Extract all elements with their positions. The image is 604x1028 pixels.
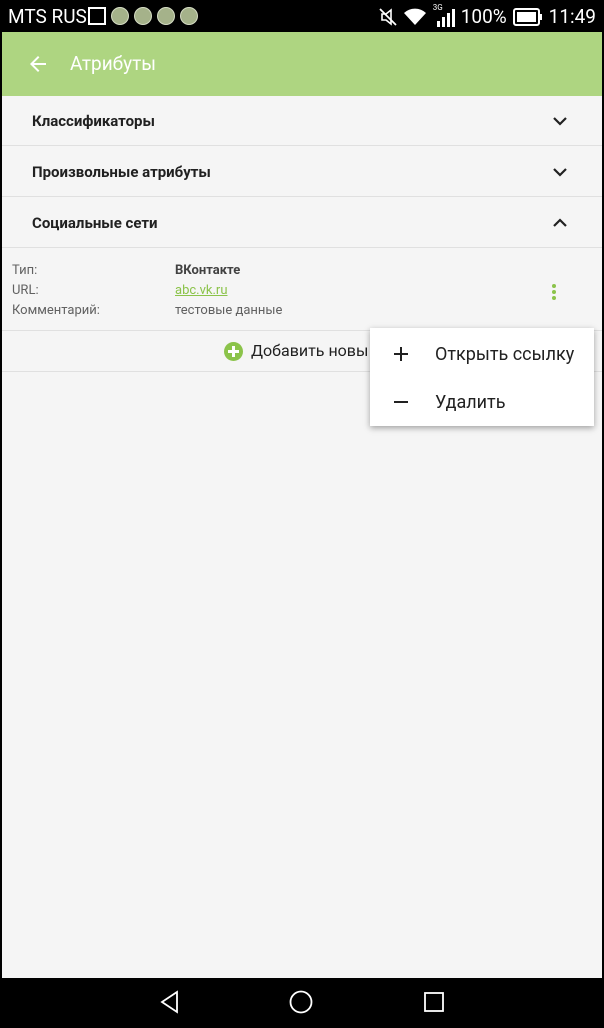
url-key: URL: — [12, 283, 39, 298]
comment-key: Комментарий: — [12, 303, 100, 318]
page-title: Атрибуты — [70, 52, 157, 75]
signal-icon: 3G — [433, 3, 455, 27]
url-link[interactable]: abc.vk.ru — [175, 282, 228, 300]
chevron-up-icon[interactable] — [552, 215, 568, 231]
home-nav-icon[interactable] — [289, 990, 313, 1014]
type-value: ВКонтакте — [175, 263, 241, 278]
menu-item-label: Удалить — [435, 392, 506, 413]
section-label: Произвольные атрибуты — [32, 163, 211, 181]
carrier-name: MTS RUS — [8, 5, 87, 28]
section-label: Социальные сети — [32, 214, 158, 232]
image-notification-icon — [88, 7, 106, 25]
add-new-label: Добавить новы — [251, 341, 369, 360]
app-screen: MTS RUS 3G 100% 11:49 Атрибуты Классифик… — [2, 2, 602, 1026]
app-notification-icon — [111, 7, 129, 25]
navigation-bar — [2, 978, 602, 1026]
menu-item-delete[interactable]: Удалить — [370, 378, 594, 426]
more-vert-icon[interactable] — [546, 282, 562, 302]
status-icons: 3G 100% 11:49 — [379, 3, 596, 28]
comment-value: тестовые данные — [175, 303, 283, 318]
back-arrow-icon[interactable] — [26, 52, 50, 76]
chevron-down-icon[interactable] — [552, 164, 568, 180]
status-bar: MTS RUS 3G 100% 11:49 — [2, 2, 602, 32]
notification-icons — [88, 7, 198, 25]
chevron-down-icon[interactable] — [552, 113, 568, 129]
back-nav-icon[interactable] — [158, 990, 182, 1014]
app-notification-icon — [134, 7, 152, 25]
plus-icon — [394, 347, 408, 361]
social-network-entry: Тип: ВКонтакте URL: abc.vk.ru Комментари… — [2, 249, 602, 331]
app-toolbar: Атрибуты — [2, 32, 602, 96]
section-label: Классификаторы — [32, 112, 155, 130]
minus-icon — [394, 401, 408, 403]
menu-item-open-link[interactable]: Открыть ссылку — [370, 330, 594, 378]
clock: 11:49 — [548, 5, 596, 28]
app-notification-icon — [180, 7, 198, 25]
popup-menu: Открыть ссылку Удалить — [370, 328, 594, 426]
section-social-networks[interactable]: Социальные сети — [2, 198, 602, 248]
battery-percent: 100% — [460, 5, 507, 28]
add-circle-icon — [224, 342, 243, 361]
mute-icon — [379, 8, 397, 26]
section-classifiers[interactable]: Классификаторы — [2, 96, 602, 146]
battery-icon — [512, 8, 542, 26]
recents-nav-icon[interactable] — [422, 990, 446, 1014]
menu-item-label: Открыть ссылку — [435, 344, 575, 365]
section-custom-attributes[interactable]: Произвольные атрибуты — [2, 147, 602, 197]
type-key: Тип: — [12, 263, 38, 278]
app-notification-icon — [157, 7, 175, 25]
wifi-icon — [403, 8, 426, 25]
